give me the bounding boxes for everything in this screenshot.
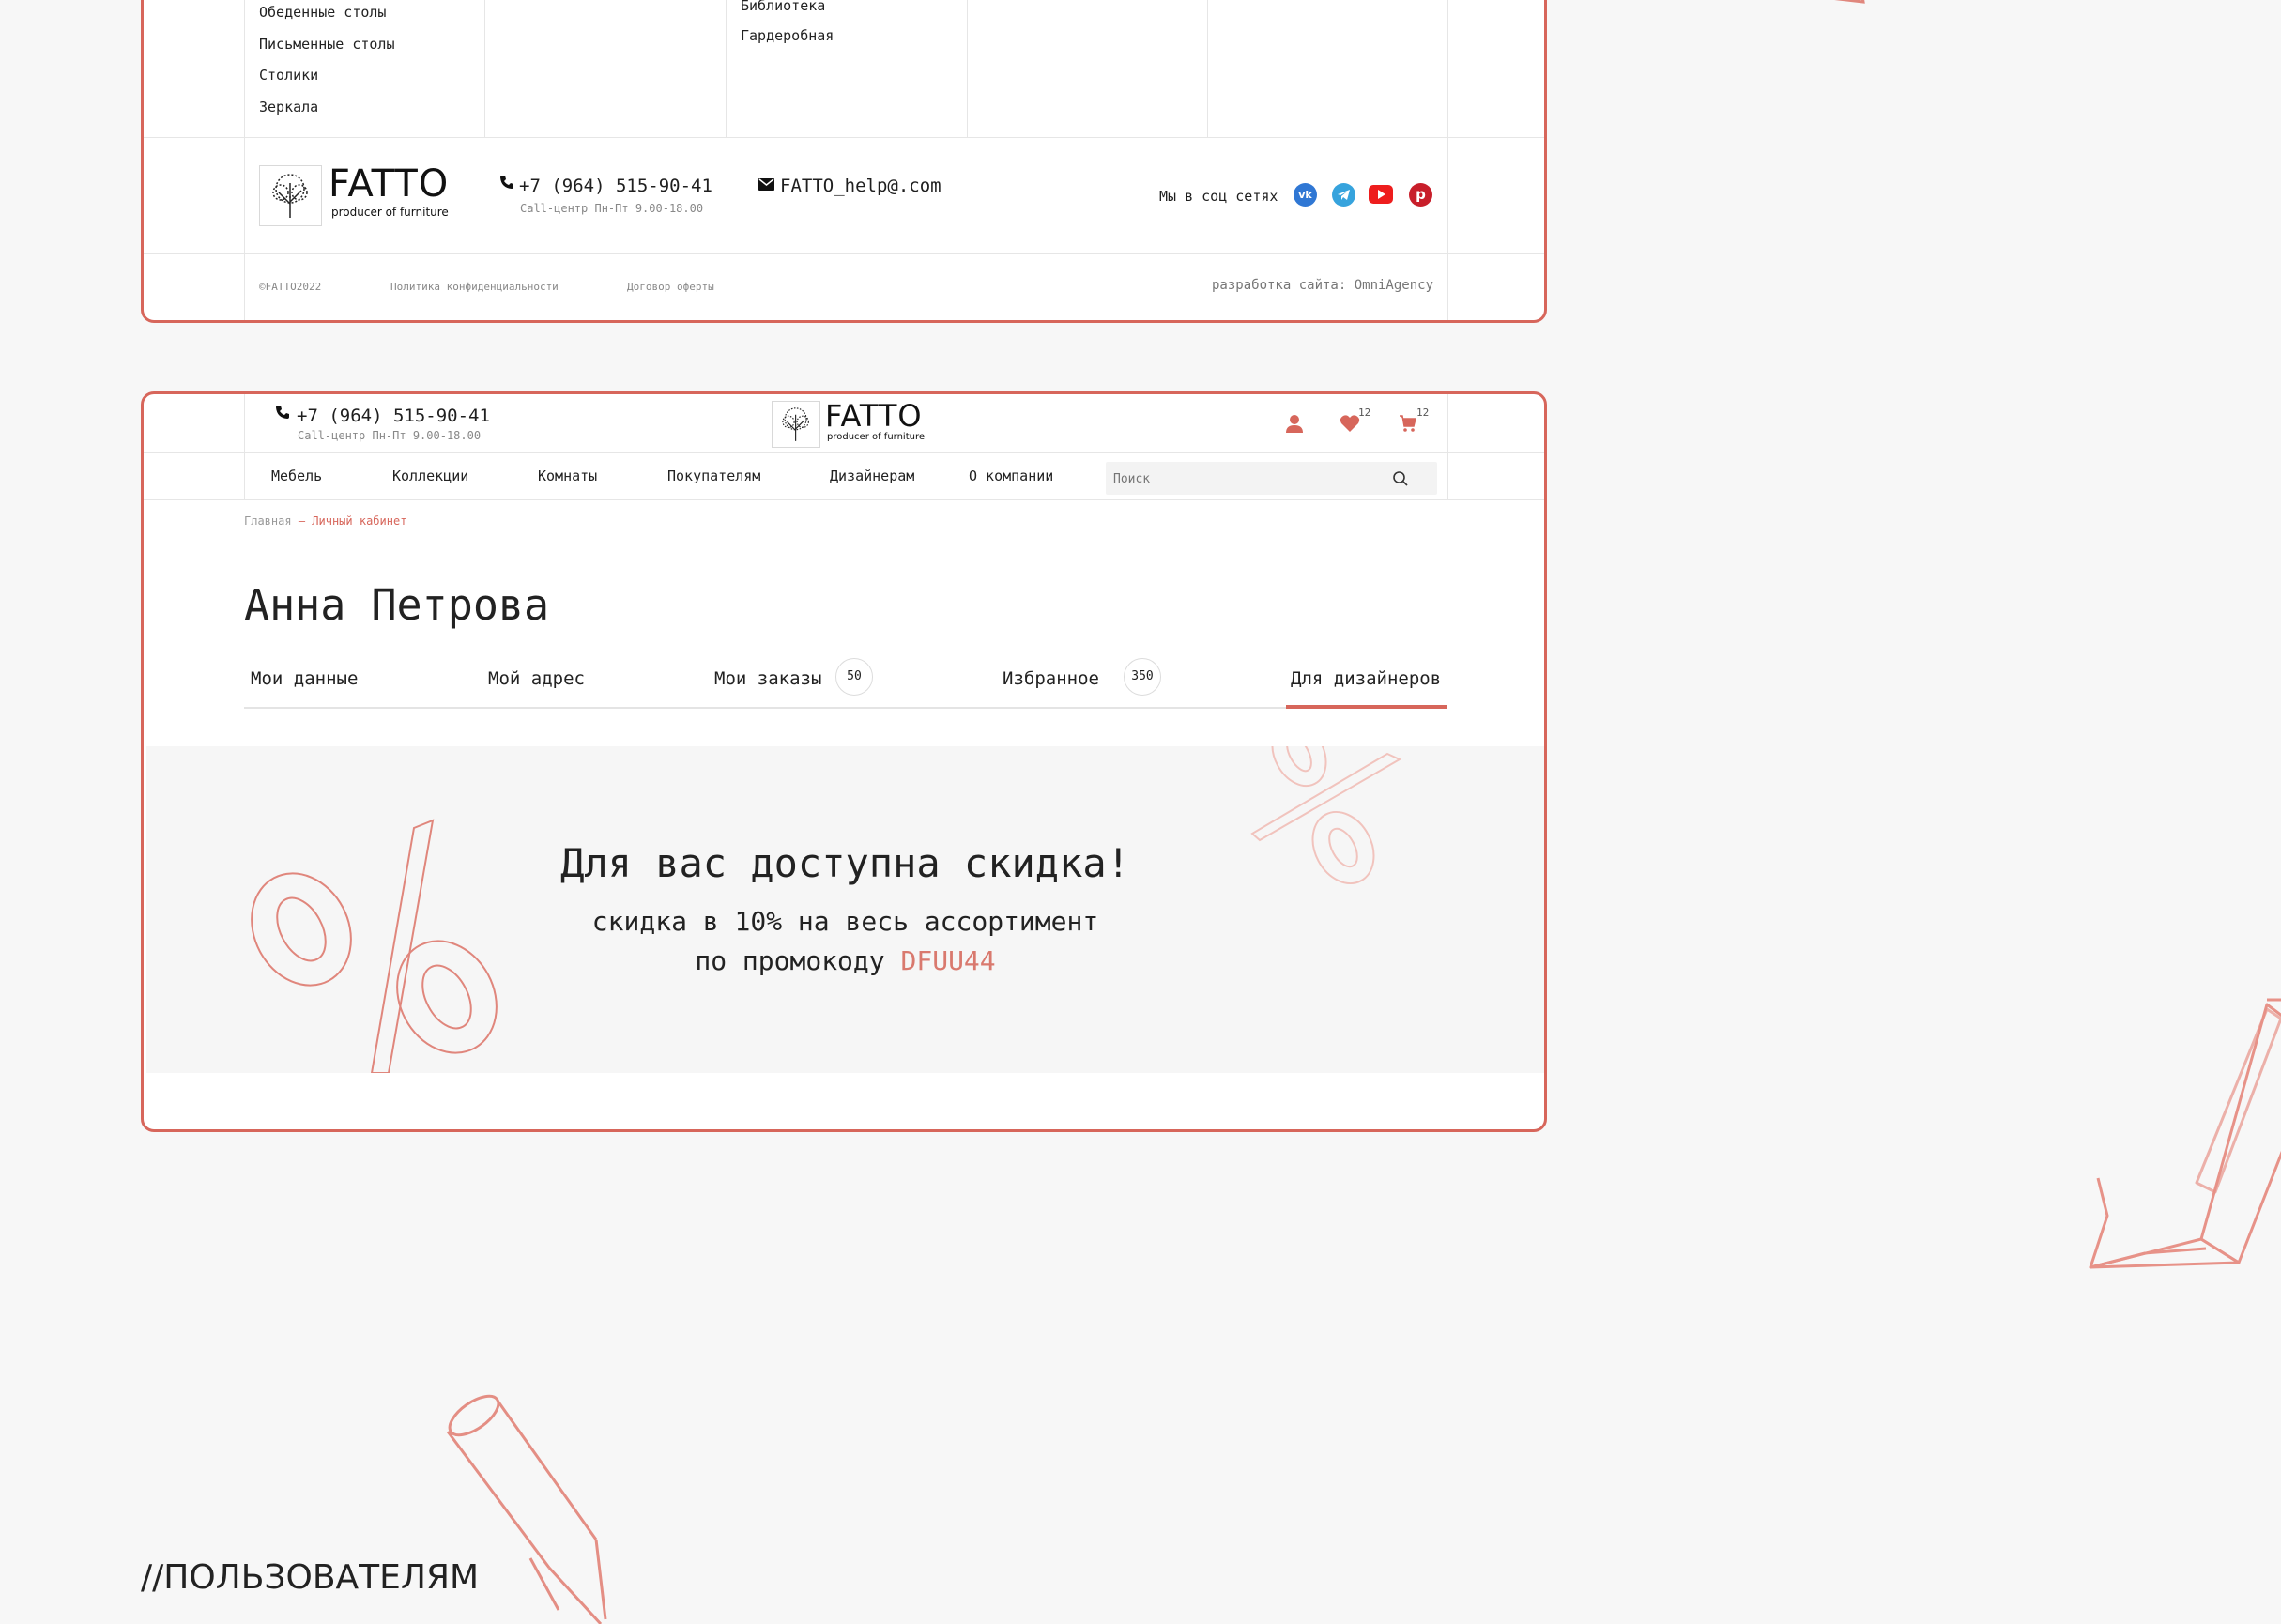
vk-icon[interactable]: vk — [1294, 183, 1317, 207]
promo-title: Для вас доступна скидка! — [560, 840, 1130, 886]
breadcrumb: Главная — Личный кабинет — [244, 514, 406, 528]
footer-link[interactable]: Гардеробная — [741, 27, 834, 44]
social-label: Мы в соц сетях — [1159, 188, 1278, 205]
footer-link[interactable]: Библиотека — [741, 0, 825, 14]
grid-line — [484, 0, 485, 137]
breadcrumb-current: Личный кабинет — [312, 514, 407, 528]
promo-line2-prefix: по промокоду — [695, 945, 885, 976]
search-icon[interactable] — [1392, 470, 1409, 487]
profile-page-card: +7 (964) 515-90-41 Call-центр Пн-Пт 9.00… — [141, 391, 1547, 1132]
tree-logo-icon — [782, 407, 809, 441]
logo-mark[interactable] — [772, 401, 820, 448]
footer-link[interactable]: Столики — [259, 67, 318, 84]
nav-item-buyers[interactable]: Покупателям — [667, 467, 760, 484]
cart-icon[interactable] — [1399, 414, 1417, 433]
footer-phone[interactable]: +7 (964) 515-90-41 — [519, 176, 712, 196]
copyright: ©FATTO2022 — [259, 281, 322, 293]
tab-my-address[interactable]: Мой адрес — [488, 668, 585, 689]
pinterest-icon[interactable]: p — [1409, 183, 1432, 207]
nav-item-designers[interactable]: Дизайнерам — [830, 467, 914, 484]
promo-line1: скидка в 10% на весь ассортимент — [591, 906, 1099, 937]
brand-name[interactable]: FATTO — [329, 162, 449, 206]
tree-logo-icon — [272, 174, 308, 218]
corner-shape-decoration — [1834, 0, 1865, 4]
telegram-icon[interactable] — [1332, 183, 1355, 207]
tab-favorites[interactable]: Избранное — [1003, 668, 1099, 689]
divider — [144, 499, 1544, 500]
promo-banner: Для вас доступна скидка! скидка в 10% на… — [146, 746, 1544, 1073]
header-phone[interactable]: +7 (964) 515-90-41 — [297, 406, 490, 426]
phone-icon — [500, 176, 513, 189]
offer-link[interactable]: Договор оферты — [627, 281, 714, 293]
grid-line — [1447, 394, 1448, 499]
divider — [144, 253, 1544, 254]
divider — [144, 452, 1544, 453]
grid-line — [1447, 0, 1448, 320]
footer-link[interactable]: Письменные столы — [259, 36, 395, 53]
orders-count-badge: 50 — [835, 658, 873, 696]
logo-mark[interactable] — [259, 165, 322, 226]
nav-item-collections[interactable]: Коллекции — [392, 467, 468, 484]
footer-email[interactable]: FATTO_help@.com — [780, 176, 941, 196]
pencil-decoration-right — [2089, 998, 2281, 1269]
tabs-underline — [244, 707, 1447, 709]
header-phone-hours: Call-центр Пн-Пт 9.00-18.00 — [298, 429, 482, 442]
footer-card: Обеденные столы Письменные столы Столики… — [141, 0, 1547, 323]
search-box[interactable] — [1106, 462, 1437, 495]
active-tab-indicator — [1286, 705, 1447, 709]
phone-icon — [276, 406, 289, 419]
cart-count: 12 — [1416, 406, 1430, 419]
promo-code[interactable]: DFUU44 — [901, 945, 996, 976]
privacy-link[interactable]: Политика конфиденциальности — [390, 281, 559, 293]
promo-line2: по промокоду DFUU44 — [146, 945, 1544, 976]
favorites-count-badge: 350 — [1124, 658, 1161, 696]
nav-item-furniture[interactable]: Мебель — [271, 467, 322, 484]
youtube-icon[interactable] — [1369, 185, 1393, 204]
grid-line — [967, 0, 968, 137]
tab-my-data[interactable]: Мои данные — [251, 668, 358, 689]
page-canvas: { "footer": { "menu_col1": ["Обеденные с… — [0, 0, 2281, 1624]
nav-item-rooms[interactable]: Комнаты — [538, 467, 597, 484]
grid-line — [244, 394, 245, 499]
tab-my-orders[interactable]: Мои заказы — [714, 668, 821, 689]
divider — [144, 137, 1544, 138]
user-icon[interactable] — [1284, 413, 1305, 434]
page-title: Анна Петрова — [244, 580, 550, 630]
footer-phone-hours: Call-центр Пн-Пт 9.00-18.00 — [520, 202, 704, 215]
grid-line — [244, 0, 245, 320]
footer-link[interactable]: Обеденные столы — [259, 4, 386, 21]
section-heading: //ПОЛЬЗОВАТЕЛЯМ — [141, 1558, 480, 1597]
brand-tagline: producer of furniture — [827, 432, 926, 442]
favorites-count: 12 — [1358, 406, 1371, 419]
brand-tagline: producer of furniture — [331, 206, 449, 219]
tab-for-designers[interactable]: Для дизайнеров — [1291, 668, 1441, 689]
dev-credit[interactable]: разработка сайта: OmniAgency — [1212, 278, 1433, 293]
breadcrumb-separator: — — [298, 514, 306, 528]
heart-icon[interactable] — [1340, 414, 1360, 433]
search-input[interactable] — [1111, 466, 1397, 492]
mail-icon — [758, 178, 774, 191]
breadcrumb-home[interactable]: Главная — [244, 514, 292, 528]
grid-line — [1207, 0, 1208, 137]
brand-name[interactable]: FATTO — [825, 398, 923, 434]
footer-link[interactable]: Зеркала — [259, 99, 318, 115]
grid-line — [726, 0, 727, 137]
nav-item-about[interactable]: О компании — [969, 467, 1053, 484]
